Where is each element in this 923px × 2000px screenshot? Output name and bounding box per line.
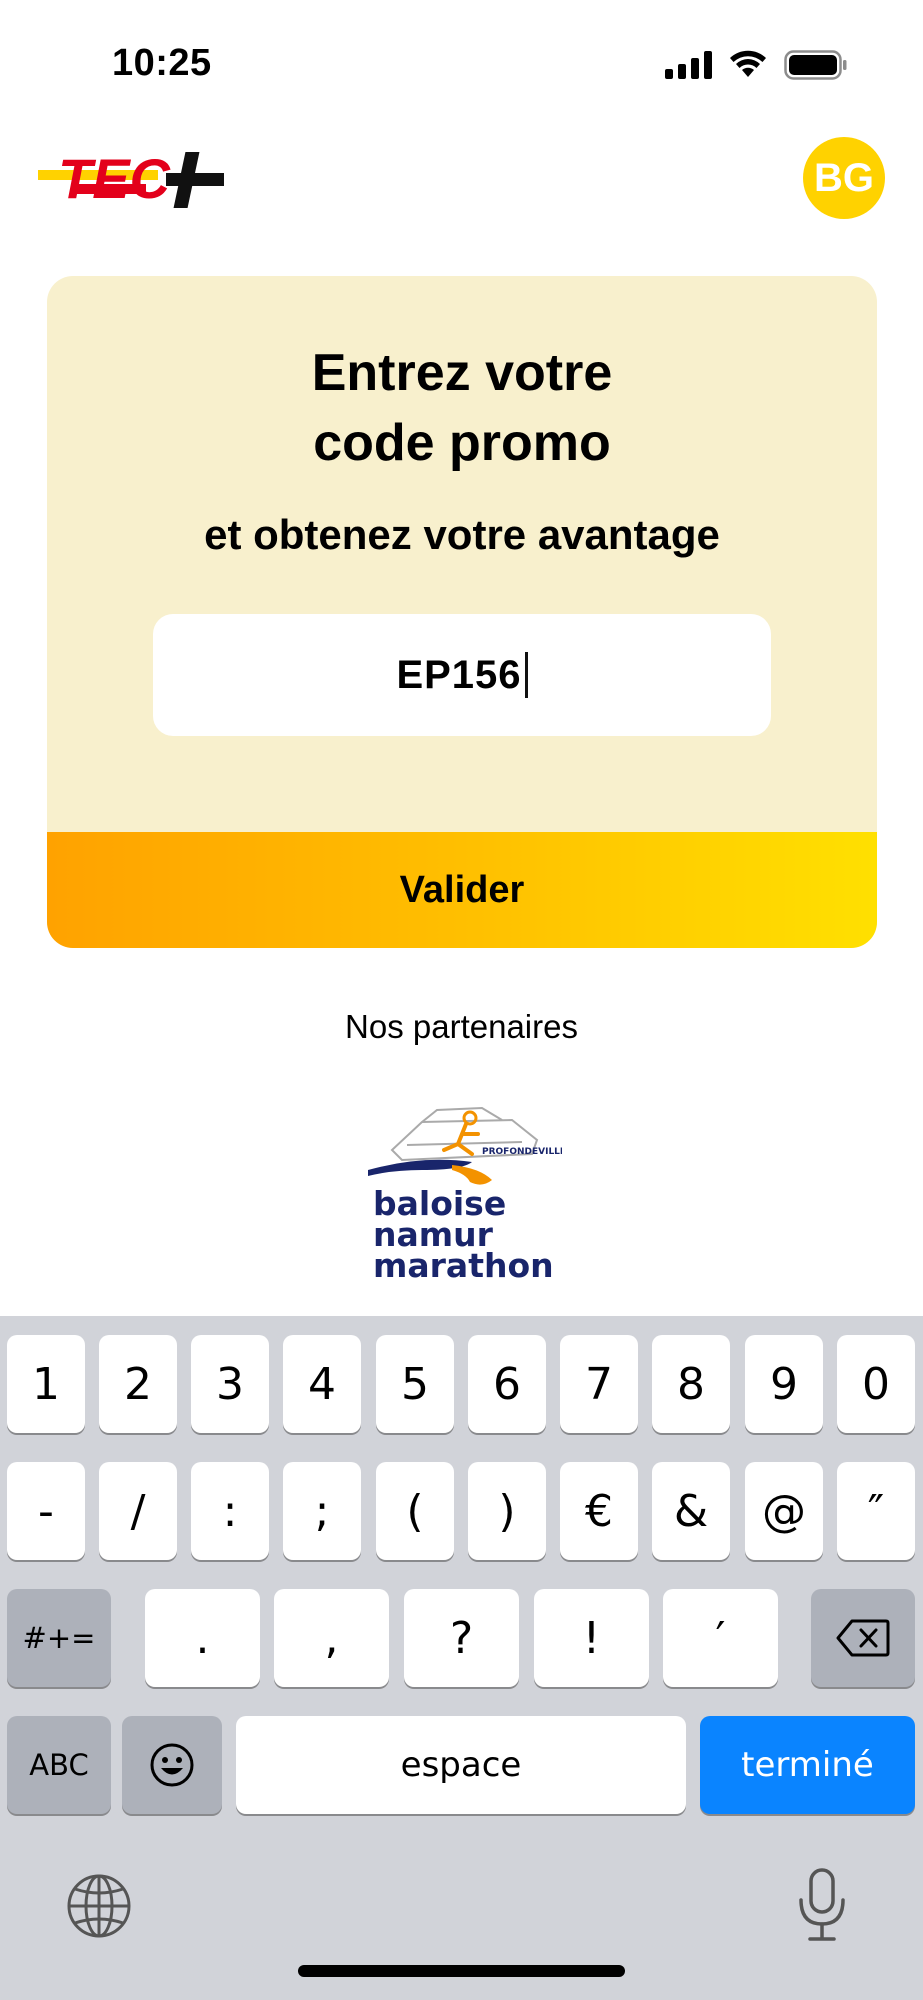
space-key[interactable]: espace [236,1716,686,1814]
key-6[interactable]: 6 [468,1335,546,1433]
emoji-key[interactable] [122,1716,222,1814]
wifi-icon [730,50,766,77]
key-comma[interactable]: , [274,1589,389,1687]
user-avatar[interactable]: BG [803,137,885,219]
partner-logo-text: baloise namur marathon [373,1187,554,1285]
key-5[interactable]: 5 [376,1335,454,1433]
partner-logo-line: marathon [373,1246,554,1285]
key-ampersand[interactable]: & [652,1462,730,1560]
text-caret [524,652,528,698]
key-0[interactable]: 0 [837,1335,915,1433]
partner-logo-tag: PROFONDEVILLE [482,1147,562,1157]
promo-title-line1: Entrez votre [311,344,613,402]
battery-icon [784,50,847,80]
microphone-icon[interactable] [796,1866,848,1946]
key-hyphen[interactable]: - [7,1462,85,1560]
key-apostrophe[interactable]: ′ [663,1589,778,1687]
key-4[interactable]: 4 [283,1335,361,1433]
key-slash[interactable]: / [99,1462,177,1560]
key-at[interactable]: @ [745,1462,823,1560]
key-2[interactable]: 2 [99,1335,177,1433]
key-double-quote[interactable]: ″ [837,1462,915,1560]
key-colon[interactable]: : [191,1462,269,1560]
key-8[interactable]: 8 [652,1335,730,1433]
backspace-key[interactable] [811,1589,915,1687]
promo-card: Entrez votre code promo et obtenez votre… [47,276,877,948]
key-semicolon[interactable]: ; [283,1462,361,1560]
key-exclamation[interactable]: ! [534,1589,649,1687]
globe-icon[interactable] [64,1871,134,1941]
home-indicator[interactable] [298,1965,625,1977]
status-icons [665,50,848,80]
key-1[interactable]: 1 [7,1335,85,1433]
key-close-paren[interactable]: ) [468,1462,546,1560]
abc-key[interactable]: ABC [7,1716,111,1814]
status-bar: 10:25 [0,0,923,120]
key-open-paren[interactable]: ( [376,1462,454,1560]
key-question[interactable]: ? [404,1589,519,1687]
promo-subtitle: et obtenez votre avantage [204,511,720,558]
key-euro[interactable]: € [560,1462,638,1560]
promo-title-line2: code promo [313,414,611,472]
delete-backward-icon [836,1619,890,1657]
promo-code-input[interactable]: EP156 [153,614,771,736]
key-7[interactable]: 7 [560,1335,638,1433]
promo-code-value: EP156 [396,652,522,697]
numeric-keyboard: 1 2 3 4 5 6 7 8 9 0 - / : ; ( ) € & @ ″ … [0,1316,923,2000]
key-9[interactable]: 9 [745,1335,823,1433]
key-3[interactable]: 3 [191,1335,269,1433]
key-period[interactable]: . [145,1589,260,1687]
emoji-icon [150,1743,194,1787]
svg-text:TEC: TEC [58,147,172,210]
done-key[interactable]: terminé [700,1716,915,1814]
status-time: 10:25 [112,42,212,84]
validate-button[interactable]: Valider [47,832,877,948]
promo-title: Entrez votre code promo [47,338,877,478]
more-symbols-key[interactable]: #+= [7,1589,111,1687]
cellular-signal-icon [665,51,712,79]
tec-logo: TEC [38,147,224,210]
partners-label: Nos partenaires [345,1008,578,1045]
